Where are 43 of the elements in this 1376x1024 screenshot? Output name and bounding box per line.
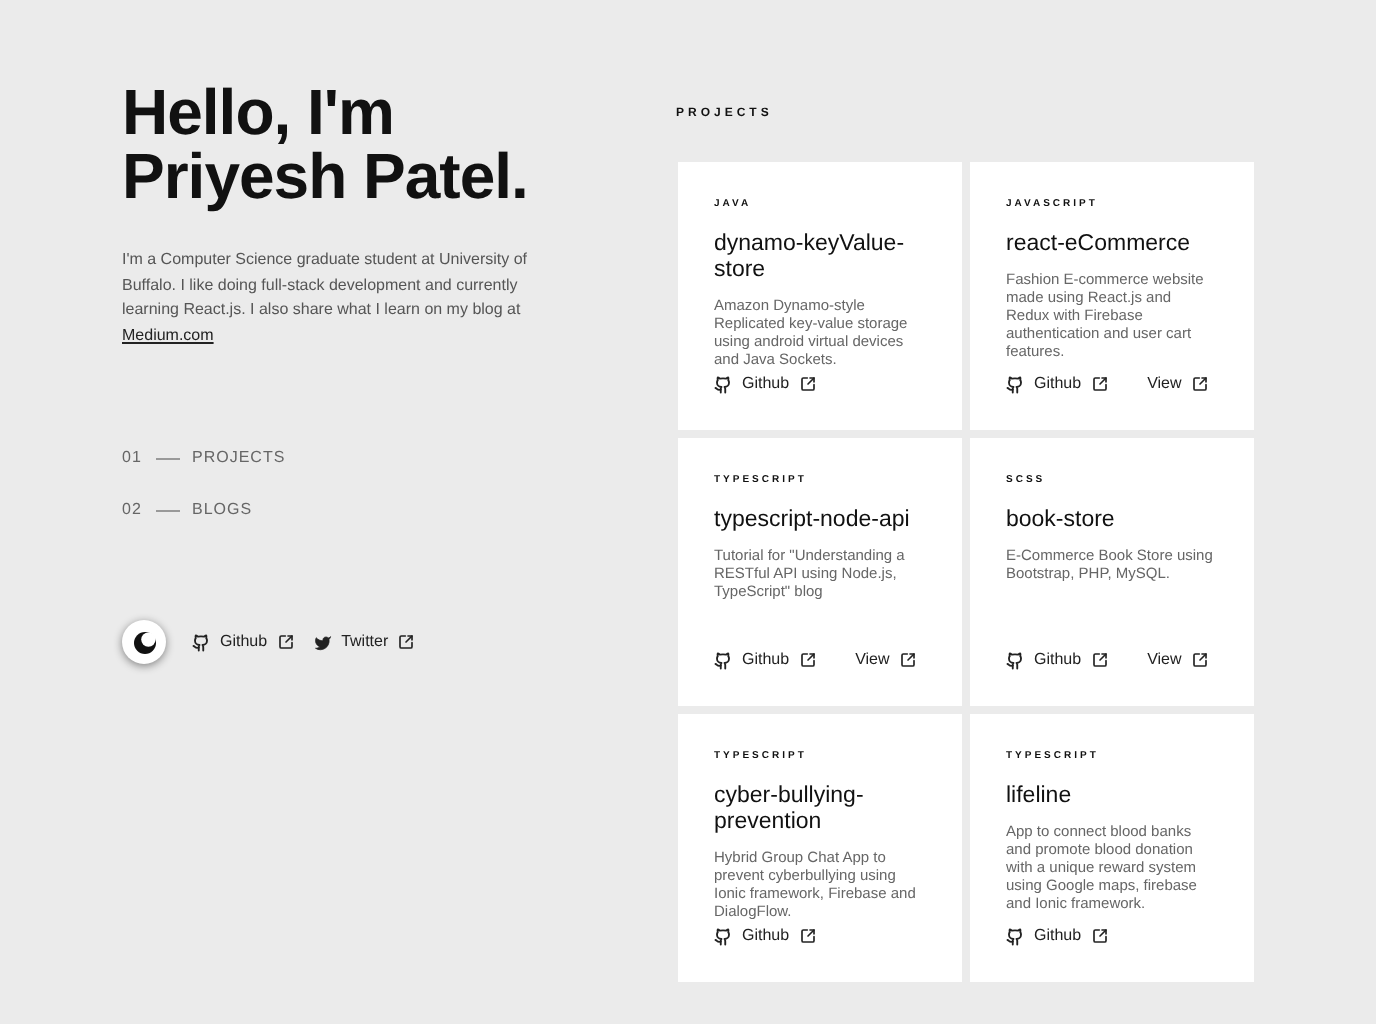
github-icon [1006, 375, 1024, 393]
external-link-icon [899, 652, 916, 668]
project-title: dynamo-keyValue-store [714, 231, 907, 283]
project-title: cyber-bullying-prevention [714, 783, 866, 835]
theme-toggle-button[interactable] [122, 620, 166, 664]
link[interactable]: View [1147, 372, 1208, 396]
link[interactable]: Github [1006, 924, 1108, 948]
link[interactable]: Github [714, 648, 816, 672]
project-title: book-store [1006, 507, 1117, 533]
github-icon [1006, 651, 1024, 669]
link[interactable]: Github [192, 630, 294, 654]
bio-paragraph: I'm a Computer Science graduate student at University of Buffalo. I like doing full-stack development and currently learning React.js. I also share what I learn on my blog at Medium.com [122, 248, 530, 347]
external-link-icon [1091, 376, 1108, 392]
external-link-icon [1091, 652, 1108, 668]
github-icon [192, 633, 210, 651]
project-title: lifeline [1006, 783, 1074, 809]
github-icon [714, 927, 732, 945]
external-link-icon [799, 928, 816, 944]
external-link-icon [799, 652, 816, 668]
bird-icon [313, 633, 332, 651]
external-link-icon [1191, 652, 1208, 668]
blog-link[interactable]: Medium.com [122, 325, 214, 343]
link[interactable]: Github [1006, 648, 1108, 672]
nav-link[interactable]: 01 PROJECTS [122, 446, 536, 470]
moon-icon [131, 629, 157, 655]
link[interactable]: Github [1006, 372, 1108, 396]
link[interactable]: Github [714, 924, 816, 948]
external-link-icon [398, 634, 415, 650]
heading: Hello, I'm Priyesh Patel. [122, 80, 530, 208]
link[interactable]: Github [714, 372, 816, 396]
nav-link[interactable]: 02 BLOGS [122, 498, 536, 522]
external-link-icon [277, 634, 294, 650]
external-link-icon [799, 376, 816, 392]
project-title: typescript-node-api [714, 507, 912, 533]
link[interactable]: View [1147, 648, 1208, 672]
project-title: react-eCommerce [1006, 231, 1193, 257]
link[interactable]: View [855, 648, 916, 672]
external-link-icon [1091, 928, 1108, 944]
external-link-icon [1191, 376, 1208, 392]
github-icon [714, 375, 732, 393]
link[interactable]: Twitter [313, 630, 415, 654]
github-icon [1006, 927, 1024, 945]
github-icon [714, 651, 732, 669]
